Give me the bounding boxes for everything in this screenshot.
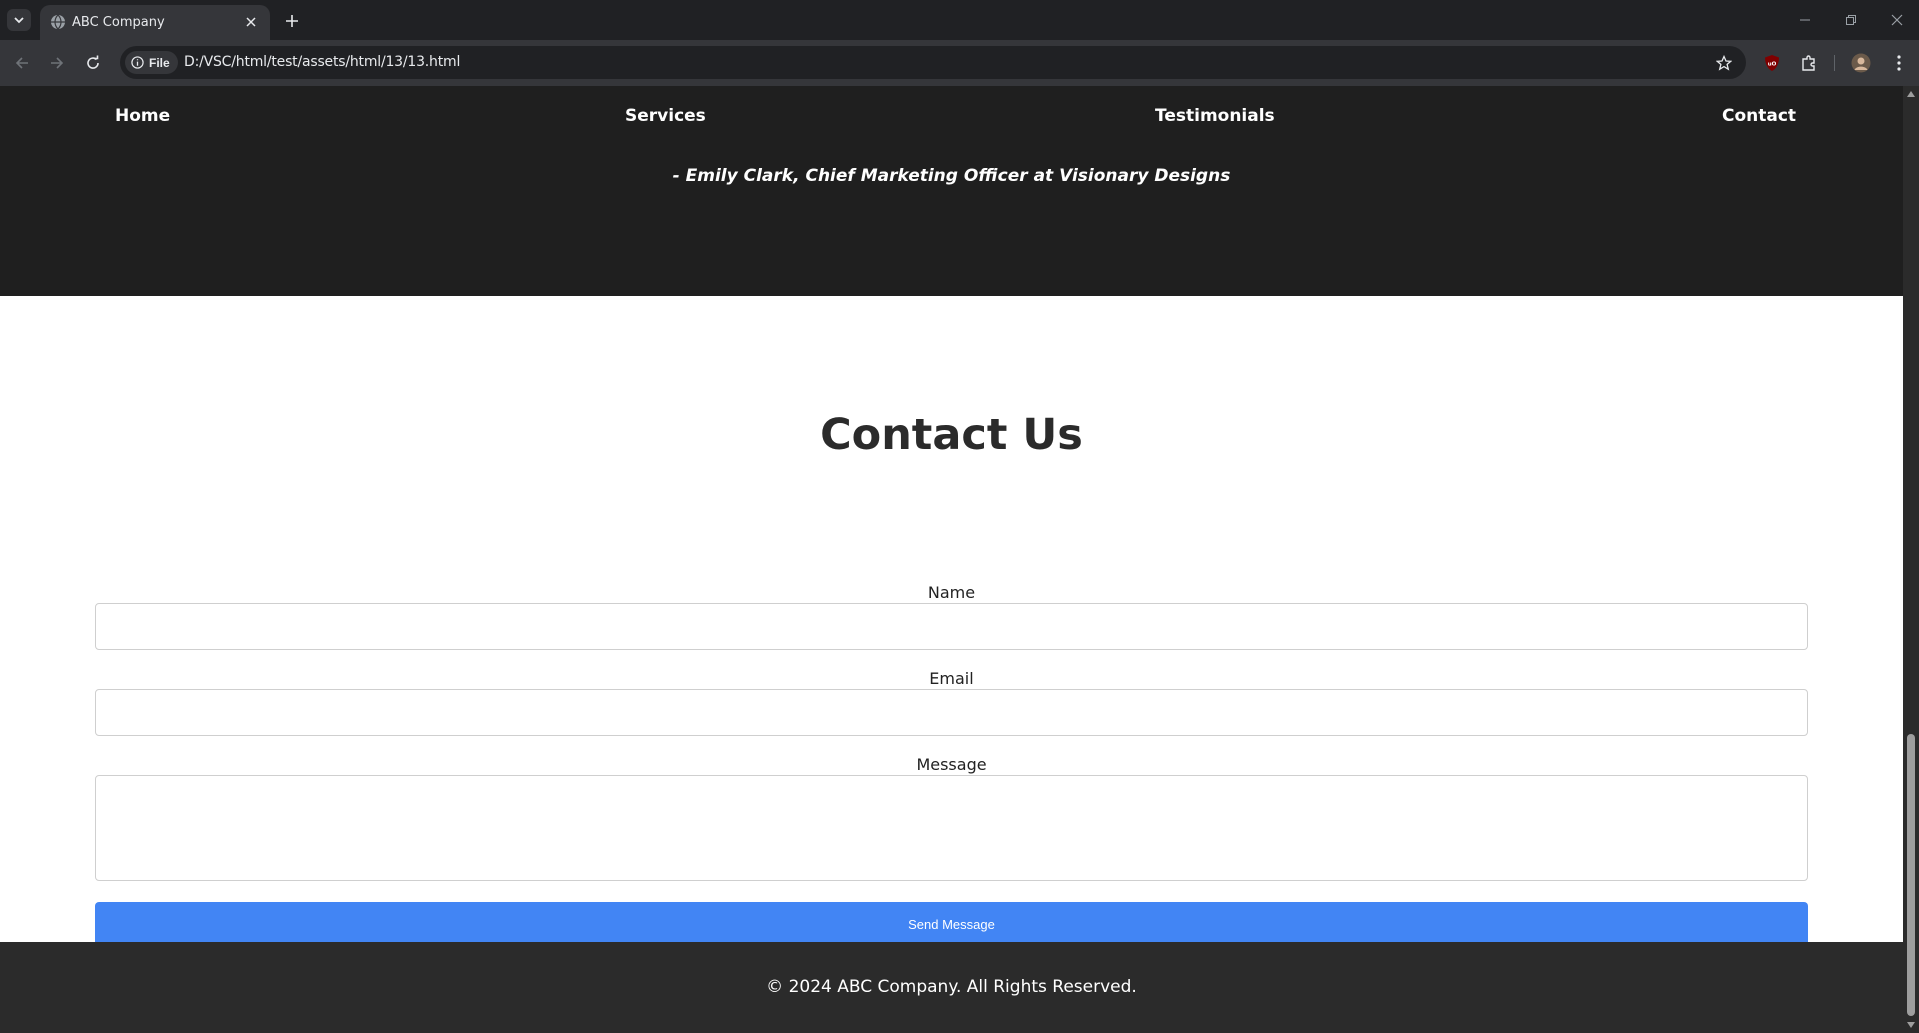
tab-strip: ABC Company bbox=[0, 0, 1919, 40]
restore-icon bbox=[1846, 15, 1856, 25]
tab-title: ABC Company bbox=[72, 15, 165, 30]
scroll-up-arrow-icon[interactable] bbox=[1907, 90, 1915, 98]
globe-icon bbox=[51, 14, 65, 30]
close-icon bbox=[1891, 14, 1903, 26]
site-footer: © 2024 ABC Company. All Rights Reserved. bbox=[0, 942, 1903, 1033]
reload-icon bbox=[87, 55, 99, 69]
address-bar[interactable]: File D:/VSC/html/test/assets/html/13/13.… bbox=[120, 46, 1746, 79]
nav-link-home[interactable]: Home bbox=[115, 106, 170, 126]
reload-button[interactable] bbox=[81, 51, 105, 75]
testimonials-section: Home Services Testimonials Contact - Emi… bbox=[0, 86, 1903, 296]
email-label: Email bbox=[929, 669, 974, 688]
browser-menu-button[interactable] bbox=[1887, 51, 1911, 75]
more-vertical-icon bbox=[1897, 55, 1901, 71]
avatar-icon bbox=[1851, 53, 1871, 73]
chevron-down-icon bbox=[14, 17, 24, 24]
profile-avatar[interactable] bbox=[1849, 51, 1873, 75]
close-tab-icon[interactable] bbox=[242, 13, 260, 31]
arrow-right-icon bbox=[51, 57, 64, 69]
name-label: Name bbox=[927, 583, 976, 602]
info-icon bbox=[131, 56, 144, 69]
name-field[interactable] bbox=[95, 603, 1808, 650]
extensions-button[interactable] bbox=[1797, 51, 1821, 75]
browser-tab[interactable]: ABC Company bbox=[40, 5, 270, 40]
arrow-left-icon bbox=[15, 57, 28, 69]
message-label: Message bbox=[916, 755, 987, 774]
bookmark-button[interactable] bbox=[1714, 53, 1734, 73]
page-scrollbar[interactable] bbox=[1903, 86, 1919, 1033]
email-field[interactable] bbox=[95, 689, 1808, 736]
scroll-down-arrow-icon[interactable] bbox=[1907, 1021, 1915, 1029]
nav-link-services[interactable]: Services bbox=[625, 106, 706, 126]
message-field[interactable] bbox=[95, 775, 1808, 881]
scroll-thumb[interactable] bbox=[1907, 734, 1915, 1016]
browser-toolbar: File D:/VSC/html/test/assets/html/13/13.… bbox=[0, 40, 1919, 86]
send-message-button[interactable]: Send Message bbox=[95, 902, 1808, 946]
back-button[interactable] bbox=[10, 51, 34, 75]
forward-button[interactable] bbox=[45, 51, 69, 75]
ublock-icon: uO bbox=[1765, 55, 1779, 71]
close-window-button[interactable] bbox=[1882, 8, 1912, 32]
page-viewport: Home Services Testimonials Contact - Emi… bbox=[0, 86, 1903, 1033]
footer-copyright: © 2024 ABC Company. All Rights Reserved. bbox=[766, 977, 1137, 997]
minimize-button[interactable] bbox=[1790, 8, 1820, 32]
testimonial-author: - Emily Clark, Chief Marketing Officer a… bbox=[672, 166, 1231, 186]
site-chip-label: File bbox=[149, 55, 170, 70]
contact-section: Contact Us Name Email Message Send Messa… bbox=[0, 296, 1903, 946]
site-navigation: Home Services Testimonials Contact bbox=[0, 86, 1903, 136]
nav-link-contact[interactable]: Contact bbox=[1722, 106, 1796, 126]
plus-icon bbox=[286, 15, 298, 27]
new-tab-button[interactable] bbox=[280, 9, 304, 33]
url-text[interactable]: D:/VSC/html/test/assets/html/13/13.html bbox=[184, 54, 460, 70]
tab-search-button[interactable] bbox=[7, 9, 31, 31]
site-info-chip[interactable]: File bbox=[125, 51, 178, 74]
puzzle-icon bbox=[1802, 55, 1815, 71]
toolbar-divider bbox=[1834, 55, 1835, 71]
contact-heading: Contact Us bbox=[820, 410, 1083, 460]
nav-link-testimonials[interactable]: Testimonials bbox=[1155, 106, 1275, 126]
ublock-extension-button[interactable]: uO bbox=[1760, 51, 1784, 75]
star-icon bbox=[1716, 55, 1732, 71]
minimize-icon bbox=[1800, 19, 1810, 21]
svg-text:uO: uO bbox=[1768, 62, 1777, 68]
restore-button[interactable] bbox=[1836, 8, 1866, 32]
